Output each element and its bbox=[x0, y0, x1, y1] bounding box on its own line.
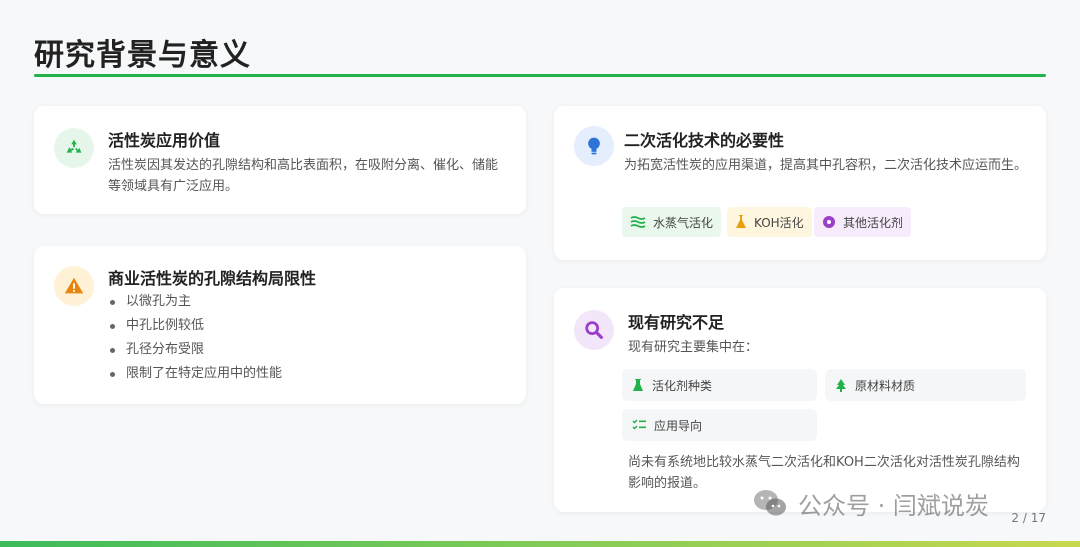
card-application-value: 活性炭应用价值 活性炭因其发达的孔隙结构和高比表面积，在吸附分离、催化、储能等领… bbox=[34, 106, 526, 214]
tag-other-activators: 其他活化剂 bbox=[814, 207, 912, 237]
watermark-text: 公众号 · 闫斌说炭 bbox=[798, 491, 989, 520]
chip-label: 原材料材质 bbox=[855, 378, 916, 393]
atom-icon bbox=[823, 216, 835, 228]
title-underline bbox=[34, 74, 1046, 77]
tag-steam-activation: 水蒸气活化 bbox=[622, 207, 722, 237]
wechat-icon bbox=[754, 490, 786, 516]
wechat-watermark: 公众号 · 闫斌说炭 bbox=[752, 486, 989, 520]
list-item: 中孔比例较低 bbox=[108, 314, 282, 338]
warning-icon bbox=[54, 266, 94, 306]
card-description: 为拓宽活性炭的应用渠道，提高其中孔容积，二次活化技术应运而生。 bbox=[624, 158, 1028, 173]
chip-raw-materials: 原材料材质 bbox=[825, 369, 1026, 401]
card-intro: 现有研究主要集中在： bbox=[628, 340, 759, 355]
card-pore-limitations: 商业活性炭的孔隙结构局限性 以微孔为主 中孔比例较低 孔径分布受限 限制了在特定… bbox=[34, 246, 526, 404]
chip-application-orientation: 应用导向 bbox=[622, 409, 817, 441]
card-title: 活性炭应用价值 bbox=[108, 131, 221, 150]
list-item: 孔径分布受限 bbox=[108, 338, 282, 362]
limitation-list: 以微孔为主 中孔比例较低 孔径分布受限 限制了在特定应用中的性能 bbox=[108, 290, 282, 386]
checklist-icon bbox=[632, 419, 646, 430]
tag-label: KOH活化 bbox=[754, 215, 804, 230]
list-item: 限制了在特定应用中的性能 bbox=[108, 362, 282, 386]
bottom-accent-bar bbox=[0, 541, 1080, 547]
card-title: 二次活化技术的必要性 bbox=[624, 131, 785, 150]
chip-activator-types: 活化剂种类 bbox=[622, 369, 817, 401]
lightbulb-icon bbox=[574, 126, 614, 166]
steam-icon bbox=[630, 216, 646, 228]
tag-label: 其他活化剂 bbox=[843, 215, 904, 230]
flask-icon bbox=[736, 215, 746, 228]
chip-label: 应用导向 bbox=[654, 418, 703, 433]
slide-title: 研究背景与意义 bbox=[34, 38, 251, 73]
search-icon bbox=[574, 310, 614, 350]
chip-label: 活化剂种类 bbox=[652, 378, 713, 393]
list-item: 以微孔为主 bbox=[108, 290, 282, 314]
recycle-icon bbox=[54, 128, 94, 168]
tree-icon bbox=[836, 378, 846, 392]
card-title: 商业活性炭的孔隙结构局限性 bbox=[108, 269, 317, 288]
beaker-icon bbox=[633, 378, 643, 391]
card-description: 活性炭因其发达的孔隙结构和高比表面积，在吸附分离、催化、储能等领域具有广泛应用。 bbox=[108, 158, 499, 194]
tag-koh-activation: KOH活化 bbox=[727, 207, 812, 237]
card-title: 现有研究不足 bbox=[628, 313, 725, 332]
card-research-gaps: 现有研究不足 现有研究主要集中在： 活化剂种类 原材料材质 应用导向 尚未有系统… bbox=[554, 288, 1046, 512]
page-number: 2 / 17 bbox=[1011, 511, 1046, 525]
tag-label: 水蒸气活化 bbox=[653, 215, 714, 230]
card-secondary-activation: 二次活化技术的必要性 为拓宽活性炭的应用渠道，提高其中孔容积，二次活化技术应运而… bbox=[554, 106, 1046, 260]
